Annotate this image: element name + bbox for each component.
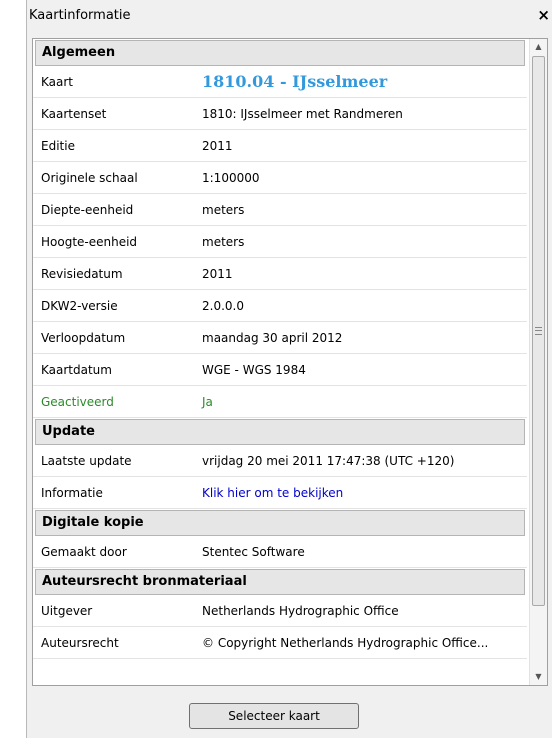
row-value: meters bbox=[202, 235, 245, 249]
row-informatie: Informatie Klik hier om te bekijken bbox=[33, 477, 527, 509]
row-label: Geactiveerd bbox=[41, 395, 114, 409]
row-label: Uitgever bbox=[41, 604, 93, 618]
row-value: 2.0.0.0 bbox=[202, 299, 244, 313]
row-value: maandag 30 april 2012 bbox=[202, 331, 343, 345]
row-kaart: Kaart 1810.04 - IJsselmeer bbox=[33, 66, 527, 98]
section-header-auteursrecht: Auteursrecht bronmateriaal bbox=[35, 569, 525, 595]
row-editie: Editie 2011 bbox=[33, 130, 527, 162]
row-label: Hoogte-eenheid bbox=[41, 235, 138, 249]
row-label: Verloopdatum bbox=[41, 331, 126, 345]
select-chart-button[interactable]: Selecteer kaart bbox=[189, 703, 359, 729]
activated-status: Ja bbox=[202, 395, 213, 409]
window-title: Kaartinformatie bbox=[29, 8, 131, 23]
row-value: meters bbox=[202, 203, 245, 217]
row-value: 1:100000 bbox=[202, 171, 260, 185]
row-revisiedatum: Revisiedatum 2011 bbox=[33, 258, 527, 290]
section-header-algemeen: Algemeen bbox=[35, 40, 525, 66]
grip-icon bbox=[535, 327, 542, 335]
row-label: Diepte-eenheid bbox=[41, 203, 134, 217]
row-value: Stentec Software bbox=[202, 545, 305, 559]
row-label: Laatste update bbox=[41, 454, 132, 468]
row-label: Editie bbox=[41, 139, 75, 153]
row-auteursrecht: Auteursrecht © Copyright Netherlands Hyd… bbox=[33, 627, 527, 659]
scroll-down-icon[interactable]: ▼ bbox=[530, 669, 547, 685]
row-verloopdatum: Verloopdatum maandag 30 april 2012 bbox=[33, 322, 527, 354]
row-label: Originele schaal bbox=[41, 171, 138, 185]
row-label: Revisiedatum bbox=[41, 267, 123, 281]
row-value: 2011 bbox=[202, 267, 233, 281]
row-hoogte-eenheid: Hoogte-eenheid meters bbox=[33, 226, 527, 258]
info-link[interactable]: Klik hier om te bekijken bbox=[202, 486, 343, 500]
chart-title-value: 1810.04 - IJsselmeer bbox=[202, 72, 388, 91]
section-header-update: Update bbox=[35, 419, 525, 445]
row-label: Informatie bbox=[41, 486, 103, 500]
row-kaartdatum: Kaartdatum WGE - WGS 1984 bbox=[33, 354, 527, 386]
vertical-scrollbar[interactable]: ▲ ▼ bbox=[529, 39, 547, 685]
row-label: Kaartenset bbox=[41, 107, 107, 121]
row-uitgever: Uitgever Netherlands Hydrographic Office bbox=[33, 595, 527, 627]
row-value: 1810: IJsselmeer met Randmeren bbox=[202, 107, 403, 121]
kaartinformatie-window: Kaartinformatie × Algemeen Kaart 1810.04… bbox=[26, 0, 552, 738]
row-geactiveerd: Geactiveerd Ja bbox=[33, 386, 527, 418]
row-value: © Copyright Netherlands Hydrographic Off… bbox=[202, 636, 489, 650]
row-label: Auteursrecht bbox=[41, 636, 119, 650]
row-kaartenset: Kaartenset 1810: IJsselmeer met Randmere… bbox=[33, 98, 527, 130]
row-value: Netherlands Hydrographic Office bbox=[202, 604, 399, 618]
section-header-digitale-kopie: Digitale kopie bbox=[35, 510, 525, 536]
row-label: Kaartdatum bbox=[41, 363, 112, 377]
row-value: vrijdag 20 mei 2011 17:47:38 (UTC +120) bbox=[202, 454, 455, 468]
title-bar: Kaartinformatie × bbox=[27, 0, 552, 30]
row-dkw2-versie: DKW2-versie 2.0.0.0 bbox=[33, 290, 527, 322]
row-diepte-eenheid: Diepte-eenheid meters bbox=[33, 194, 527, 226]
row-value: 2011 bbox=[202, 139, 233, 153]
row-laatste-update: Laatste update vrijdag 20 mei 2011 17:47… bbox=[33, 445, 527, 477]
close-icon[interactable]: × bbox=[537, 6, 550, 24]
row-label: Gemaakt door bbox=[41, 545, 127, 559]
scrollbar-thumb[interactable] bbox=[532, 56, 545, 606]
scroll-up-icon[interactable]: ▲ bbox=[530, 39, 547, 55]
row-originele-schaal: Originele schaal 1:100000 bbox=[33, 162, 527, 194]
property-grid: Algemeen Kaart 1810.04 - IJsselmeer Kaar… bbox=[33, 39, 527, 659]
row-value: WGE - WGS 1984 bbox=[202, 363, 306, 377]
row-label: DKW2-versie bbox=[41, 299, 118, 313]
info-grid-pane: Algemeen Kaart 1810.04 - IJsselmeer Kaar… bbox=[32, 38, 548, 686]
row-label: Kaart bbox=[41, 75, 74, 89]
row-gemaakt-door: Gemaakt door Stentec Software bbox=[33, 536, 527, 568]
